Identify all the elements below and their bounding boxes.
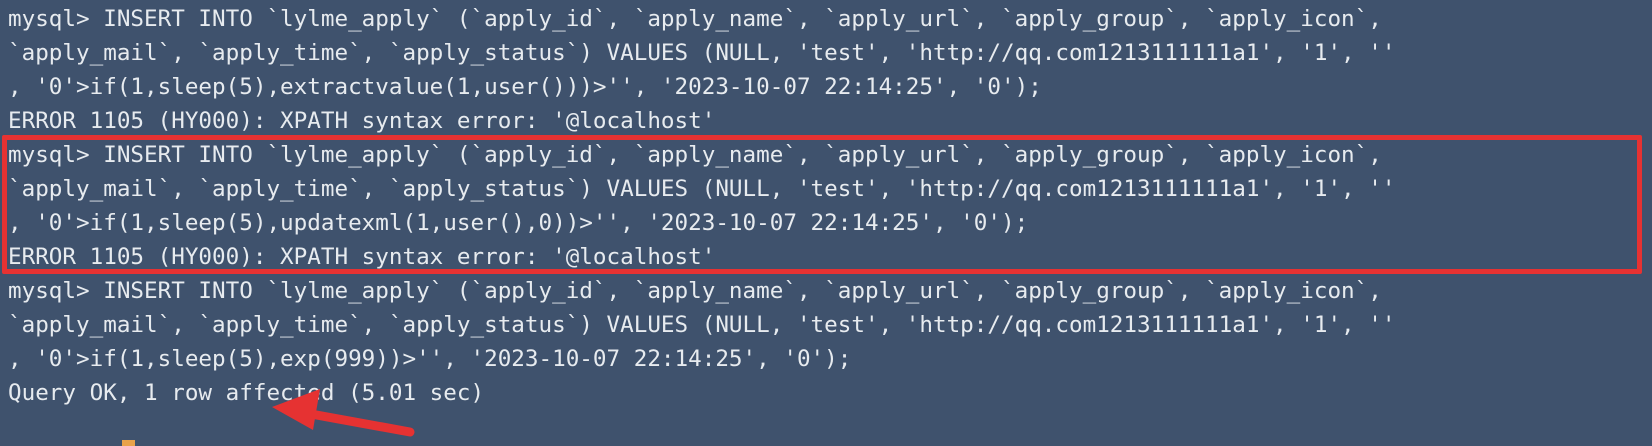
terminal-cursor — [122, 440, 135, 446]
red-arrow-icon — [272, 389, 415, 437]
terminal-window[interactable]: mysql> INSERT INTO `lylme_apply` (`apply… — [0, 0, 1652, 446]
